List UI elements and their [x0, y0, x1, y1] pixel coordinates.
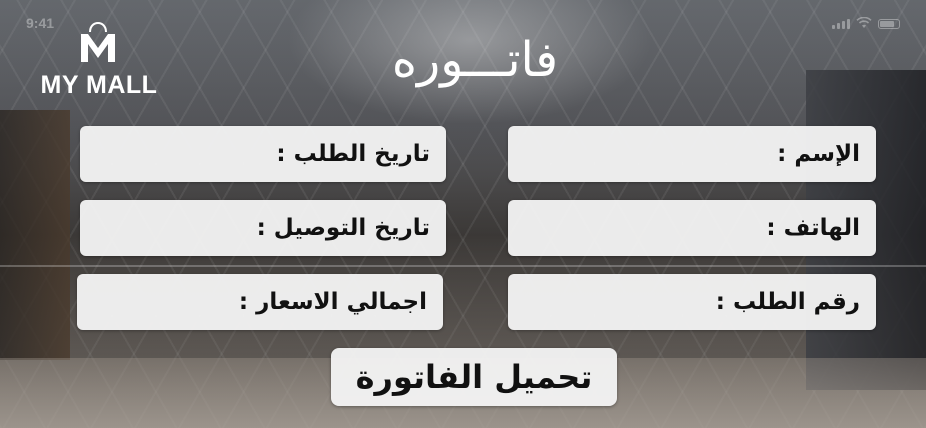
delivery-date-label: تاريخ التوصيل : — [256, 215, 430, 241]
name-field: الإسم : — [508, 126, 876, 182]
download-invoice-button[interactable]: تحميل الفاتورة — [331, 348, 617, 406]
order-number-field: رقم الطلب : — [508, 274, 876, 330]
order-date-label: تاريخ الطلب : — [276, 141, 430, 167]
shopping-bag-logo-icon — [81, 22, 115, 62]
total-prices-label: اجمالي الاسعار : — [238, 289, 427, 315]
cellular-signal-icon — [832, 19, 850, 29]
order-date-field: تاريخ الطلب : — [80, 126, 446, 182]
storefront-left — [0, 110, 70, 360]
balcony-rail — [0, 265, 926, 267]
my-mall-logo: MY MALL — [38, 16, 160, 100]
phone-label: الهاتف : — [766, 215, 860, 241]
delivery-date-field: تاريخ التوصيل : — [80, 200, 446, 256]
logo-text: MY MALL — [40, 71, 158, 99]
page-title: فاتـــوره — [391, 32, 559, 88]
download-invoice-label: تحميل الفاتورة — [355, 358, 593, 396]
order-number-label: رقم الطلب : — [715, 289, 860, 315]
total-prices-field: اجمالي الاسعار : — [77, 274, 443, 330]
battery-icon — [878, 19, 900, 29]
phone-field: الهاتف : — [508, 200, 876, 256]
wifi-icon — [856, 17, 872, 28]
status-icons — [832, 17, 900, 29]
name-label: الإسم : — [777, 141, 860, 167]
